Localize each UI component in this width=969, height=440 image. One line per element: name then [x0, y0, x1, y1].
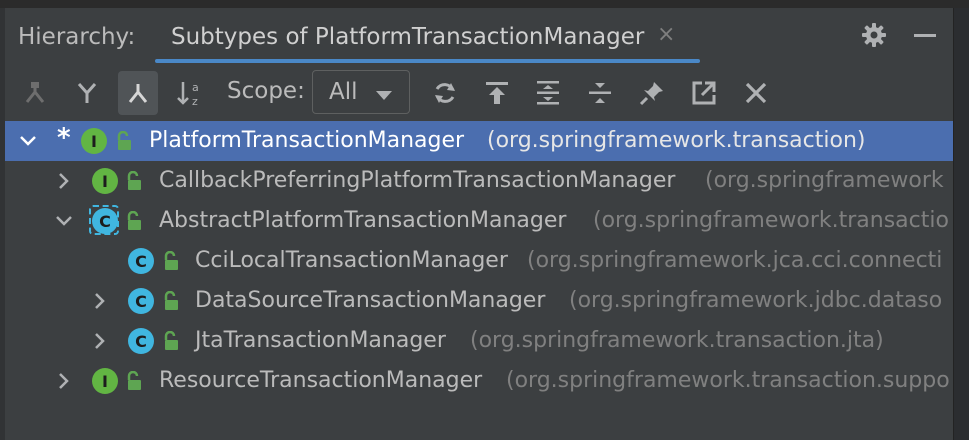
chevron-down-icon	[375, 87, 393, 106]
tab-subtypes[interactable]: Subtypes of PlatformTransactionManager ×	[155, 8, 700, 64]
interface-icon: I	[92, 168, 118, 194]
subtypes-hierarchy-icon[interactable]	[118, 71, 158, 115]
tree-row[interactable]: I ResourceTransactionManager (org.spring…	[5, 361, 953, 401]
svg-text:a: a	[192, 81, 199, 94]
expand-all-icon[interactable]	[528, 71, 568, 115]
top-edge	[0, 0, 969, 8]
chevron-right-icon[interactable]	[55, 371, 73, 391]
tab-label: Subtypes of PlatformTransactionManager	[171, 24, 645, 50]
scope-label: Scope:	[227, 78, 305, 104]
package-name: (org.springframework.jca.cci.connecti	[527, 248, 943, 273]
chevron-right-icon[interactable]	[55, 171, 73, 191]
package-name: (org.springframework.transaction.jta)	[470, 328, 884, 353]
pin-tab-icon[interactable]	[632, 71, 672, 115]
class-name: PlatformTransactionManager	[149, 128, 465, 153]
abstract-class-icon: C	[89, 205, 119, 235]
public-lock-icon	[162, 290, 180, 311]
hierarchy-tool-window: Hierarchy: Subtypes of PlatformTransacti…	[0, 0, 969, 440]
class-name: DataSourceTransactionManager	[195, 288, 546, 313]
class-icon: C	[128, 288, 154, 314]
export-icon[interactable]	[684, 71, 724, 115]
root-marker: *	[57, 123, 71, 153]
hierarchy-toolbar: az Scope: All	[5, 66, 953, 120]
interface-icon: I	[92, 368, 118, 394]
class-icon: C	[128, 248, 154, 274]
public-lock-icon	[115, 130, 133, 151]
gear-icon[interactable]	[860, 21, 888, 49]
scope-value: All	[329, 79, 358, 105]
refresh-icon[interactable]	[425, 71, 465, 115]
supertypes-hierarchy-icon[interactable]	[15, 71, 55, 115]
tree-row-selected[interactable]: * I PlatformTransactionManager (org.spri…	[5, 121, 953, 161]
public-lock-icon	[162, 330, 180, 351]
class-name: AbstractPlatformTransactionManager	[159, 208, 567, 233]
svg-text:z: z	[192, 95, 198, 107]
tab-close-icon[interactable]: ×	[657, 22, 675, 47]
tree-row[interactable]: C DataSourceTransactionManager (org.spri…	[5, 281, 953, 321]
public-lock-icon	[125, 170, 143, 191]
package-name: (org.springframework	[705, 168, 944, 193]
package-name: (org.springframework.transaction.suppo	[506, 368, 950, 393]
class-name: CallbackPreferringPlatformTransactionMan…	[159, 168, 676, 193]
interface-icon: I	[81, 128, 107, 154]
base-on-this-class-icon[interactable]	[477, 71, 517, 115]
chevron-right-icon[interactable]	[91, 331, 109, 351]
type-hierarchy-icon[interactable]	[67, 71, 107, 115]
class-name: CciLocalTransactionManager	[195, 248, 508, 273]
minimize-icon[interactable]	[911, 21, 939, 49]
collapse-all-icon[interactable]	[580, 71, 620, 115]
tree-row[interactable]: C CciLocalTransactionManager (org.spring…	[5, 241, 953, 281]
tree-row[interactable]: C JtaTransactionManager (org.springframe…	[5, 321, 953, 361]
right-side-panel-strip	[953, 8, 969, 440]
package-name: (org.springframework.transactio	[593, 208, 949, 233]
sort-alphabetically-icon[interactable]: az	[170, 71, 210, 115]
tree-row[interactable]: I CallbackPreferringPlatformTransactionM…	[5, 161, 953, 201]
close-icon[interactable]	[736, 71, 776, 115]
chevron-right-icon[interactable]	[91, 291, 109, 311]
class-icon: C	[128, 328, 154, 354]
class-name: ResourceTransactionManager	[159, 368, 483, 393]
public-lock-icon	[125, 210, 143, 231]
class-name: JtaTransactionManager	[195, 328, 446, 353]
tree-row[interactable]: C AbstractPlatformTransactionManager (or…	[5, 201, 953, 241]
tab-underline	[155, 59, 700, 63]
hierarchy-tree: * I PlatformTransactionManager (org.spri…	[5, 120, 953, 402]
chevron-down-icon[interactable]	[55, 211, 73, 231]
package-name: (org.springframework.jdbc.dataso	[569, 288, 943, 313]
hierarchy-title: Hierarchy:	[18, 24, 136, 50]
tree-empty-area	[5, 402, 953, 440]
public-lock-icon	[162, 250, 180, 271]
scope-dropdown[interactable]: All	[312, 70, 410, 114]
tool-window-header: Hierarchy: Subtypes of PlatformTransacti…	[5, 8, 953, 66]
chevron-down-icon[interactable]	[19, 131, 37, 151]
package-name: (org.springframework.transaction)	[487, 128, 866, 153]
public-lock-icon	[125, 370, 143, 391]
